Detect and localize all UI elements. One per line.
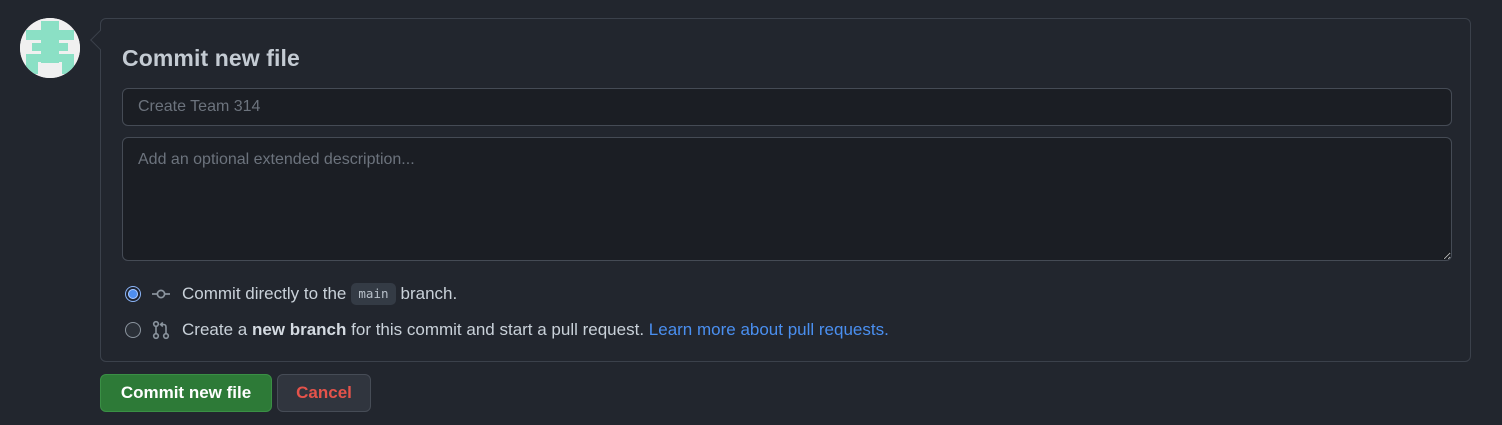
commit-new-file-button[interactable]: Commit new file — [100, 374, 272, 412]
new-branch-bold: new branch — [251, 320, 347, 339]
new-branch-suffix: for this commit and start a pull request… — [351, 320, 645, 339]
git-commit-icon — [152, 289, 170, 299]
learn-more-pull-requests-link[interactable]: Learn more about pull requests. — [649, 320, 889, 340]
commit-form-title: Commit new file — [122, 45, 300, 71]
new-branch-option[interactable]: Create a new branch for this commit and … — [125, 318, 889, 342]
commit-direct-radio[interactable] — [125, 286, 141, 302]
commit-direct-suffix: branch. — [400, 284, 458, 303]
user-avatar[interactable] — [20, 18, 80, 78]
commit-summary-input[interactable] — [122, 88, 1452, 126]
commit-direct-prefix: Commit directly to the — [182, 284, 347, 303]
commit-direct-option[interactable]: Commit directly to the main branch. — [125, 282, 457, 306]
cancel-button[interactable]: Cancel — [277, 374, 371, 412]
new-branch-radio[interactable] — [125, 322, 141, 338]
new-branch-prefix: Create a — [182, 320, 248, 339]
commit-form-panel: Commit new file Commit directly to the m… — [90, 18, 1471, 362]
git-pull-request-icon — [152, 320, 170, 340]
identicon-avatar — [20, 18, 80, 78]
branch-name-chip: main — [351, 283, 396, 305]
commit-description-textarea[interactable] — [122, 137, 1452, 261]
panel-caret — [90, 30, 110, 50]
